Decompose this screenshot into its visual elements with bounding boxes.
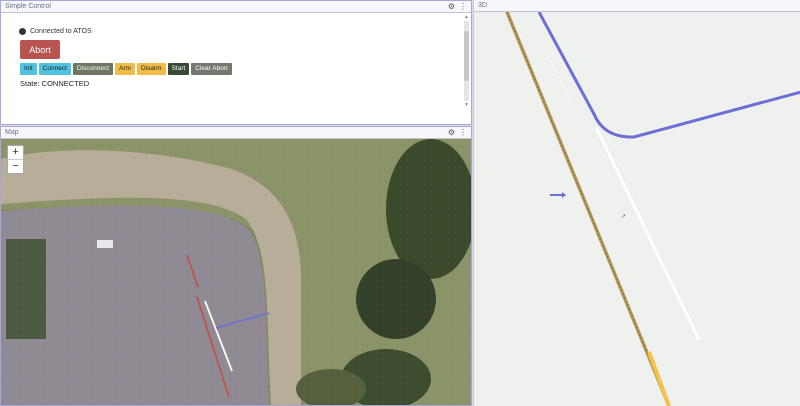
scroll-up-icon[interactable]: ▲ — [464, 14, 469, 20]
view3d-panel: 3D ↗ — [473, 0, 800, 406]
panel-title: Simple Control — [5, 3, 51, 10]
disarm-button[interactable]: Disarm — [136, 63, 166, 75]
arm-button[interactable]: Arm — [115, 63, 135, 75]
view3d-header: 3D — [474, 0, 800, 12]
init-button[interactable]: Init — [20, 63, 37, 75]
connection-status-label: Connected to ATOS — [30, 28, 92, 35]
connect-button[interactable]: Connect — [38, 63, 71, 75]
vehicle-marker — [97, 240, 113, 248]
scrollbar-thumb[interactable] — [464, 31, 469, 81]
kebab-menu-icon[interactable]: ⋮ — [459, 1, 467, 13]
clear-abort-button[interactable]: Clear Abort — [191, 63, 232, 75]
view3d-canvas[interactable]: ↗ — [474, 12, 800, 406]
status-dot-icon — [19, 28, 26, 35]
map-panel: Map ⚙ ⋮ + − — [0, 126, 472, 406]
origin-marker: ↗ — [621, 213, 626, 220]
zoom-control: + − — [7, 145, 24, 174]
scrollbar[interactable] — [464, 21, 469, 101]
gear-icon[interactable]: ⚙ — [448, 127, 455, 139]
satellite-map[interactable] — [1, 139, 472, 406]
connection-status: Connected to ATOS — [19, 28, 92, 35]
panel-title: Map — [5, 129, 19, 136]
state-text: State: CONNECTED — [20, 79, 90, 88]
abort-button[interactable]: Abort — [20, 40, 60, 59]
kebab-menu-icon[interactable]: ⋮ — [459, 127, 467, 139]
disconnect-button[interactable]: Disconnect — [72, 63, 114, 75]
zoom-out-button[interactable]: − — [8, 159, 23, 173]
scroll-down-icon[interactable]: ▼ — [464, 102, 469, 108]
zoom-in-button[interactable]: + — [8, 146, 23, 159]
panel-title: 3D — [478, 2, 487, 9]
control-button-row: Init Connect Disconnect Arm Disarm Start… — [20, 63, 232, 75]
start-button[interactable]: Start — [167, 63, 190, 75]
gear-icon[interactable]: ⚙ — [448, 1, 455, 13]
simple-control-header: Simple Control ⚙ ⋮ — [1, 1, 471, 13]
map-header: Map ⚙ ⋮ — [1, 127, 471, 139]
simple-control-panel: Simple Control ⚙ ⋮ Connected to ATOS Abo… — [0, 0, 472, 125]
